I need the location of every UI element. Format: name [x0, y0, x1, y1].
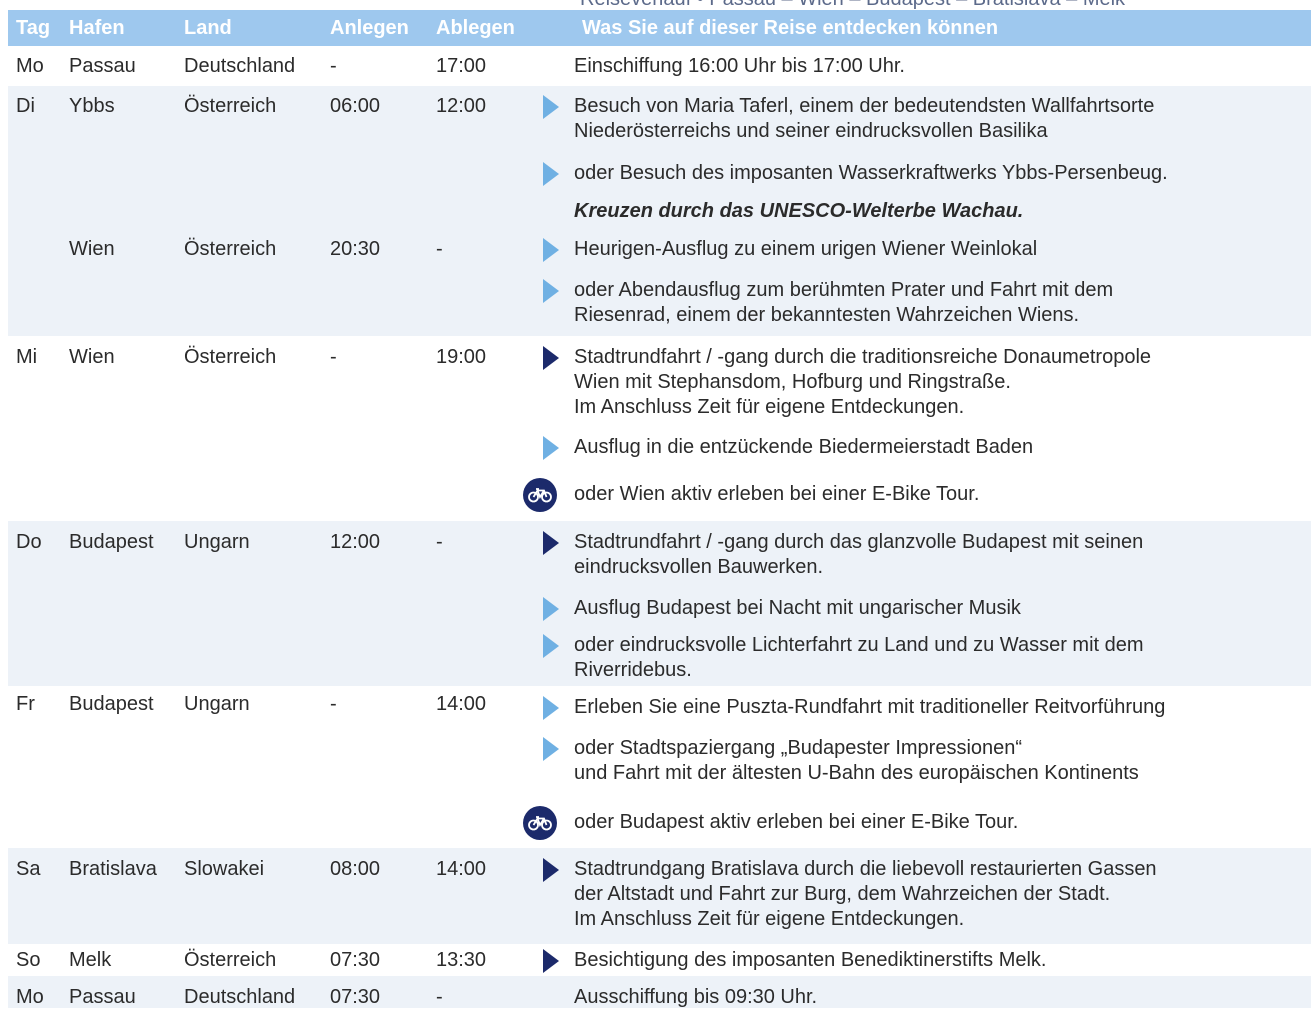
cell-ablegen: -: [436, 238, 443, 260]
arrow-dark-icon: [542, 858, 560, 882]
table-header: Tag Hafen Land Anlegen Ablegen Was Sie a…: [8, 10, 1311, 46]
cell-ablegen: 17:00: [436, 55, 487, 77]
arrow-light-icon: [542, 436, 560, 460]
cell-anlegen: 12:00: [330, 531, 381, 553]
arrow-light-icon: [542, 696, 560, 720]
e-bike-icon: [523, 478, 557, 512]
cell-land: Österreich: [184, 95, 277, 117]
activity-text: Stadtrundgang Bratislava durch die liebe…: [574, 858, 1157, 930]
header-ablegen: Ablegen: [436, 17, 515, 39]
cell-land: Ungarn: [184, 693, 250, 715]
cell-anlegen: 07:30: [330, 986, 381, 1008]
header-land: Land: [184, 17, 232, 39]
activity-text: oder eindrucksvolle Lichterfahrt zu Land…: [574, 634, 1144, 681]
cell-hafen: Ybbs: [69, 95, 115, 117]
cell-tag: So: [16, 949, 41, 971]
cell-land: Deutschland: [184, 55, 296, 77]
activity-text: Stadtrundfahrt / -gang durch das glanzvo…: [574, 531, 1144, 578]
cell-hafen: Budapest: [69, 531, 154, 553]
cell-ablegen: 14:00: [436, 858, 487, 880]
cell-tag: Fr: [16, 693, 35, 715]
cell-anlegen: -: [330, 693, 337, 715]
cell-land: Österreich: [184, 346, 277, 368]
activity-text: oder Besuch des imposanten Wasserkraftwe…: [574, 162, 1168, 184]
activity-text: Stadtrundfahrt / -gang durch die traditi…: [574, 346, 1152, 418]
cell-land: Österreich: [184, 238, 277, 260]
activity-text: Heurigen-Ausflug zu einem urigen Wiener …: [574, 238, 1038, 260]
top-heading-text: Reiseverlauf • Passau – Wien – Budapest …: [580, 0, 1125, 10]
activity-text: Erleben Sie eine Puszta-Rundfahrt mit tr…: [574, 696, 1166, 718]
cell-hafen: Passau: [69, 986, 136, 1008]
cell-ablegen: 14:00: [436, 693, 487, 715]
cell-ablegen: 12:00: [436, 95, 487, 117]
activity-text: oder Abendausflug zum berühmten Prater u…: [574, 279, 1114, 326]
activity-text: Einschiffung 16:00 Uhr bis 17:00 Uhr.: [574, 55, 905, 77]
cell-land: Österreich: [184, 949, 277, 971]
arrow-light-icon: [542, 95, 560, 119]
cropped-top-heading: Reiseverlauf • Passau – Wien – Budapest …: [0, 0, 1311, 10]
cell-hafen: Bratislava: [69, 858, 157, 880]
e-bike-icon: [523, 806, 557, 840]
header-hafen: Hafen: [69, 17, 125, 39]
cell-anlegen: 07:30: [330, 949, 381, 971]
cell-ablegen: 19:00: [436, 346, 487, 368]
cell-hafen: Budapest: [69, 693, 154, 715]
activity-text: oder Budapest aktiv erleben bei einer E-…: [574, 811, 1019, 833]
arrow-light-icon: [542, 634, 560, 658]
cell-anlegen: 08:00: [330, 858, 381, 880]
arrow-light-icon: [542, 597, 560, 621]
activity-text: Besichtigung des imposanten Benediktiner…: [574, 949, 1047, 971]
arrow-dark-icon: [542, 949, 560, 973]
cell-tag: Mi: [16, 346, 38, 368]
activity-text: oder Stadtspaziergang „Budapester Impres…: [574, 737, 1139, 784]
activity-text: Kreuzen durch das UNESCO-Welterbe Wachau…: [574, 200, 1024, 222]
cell-tag: Do: [16, 531, 42, 553]
cell-tag: Mo: [16, 55, 44, 77]
activity-text: Ausflug in die entzückende Biedermeierst…: [574, 436, 1034, 458]
arrow-light-icon: [542, 737, 560, 761]
cell-hafen: Passau: [69, 55, 136, 77]
activity-text: Ausflug Budapest bei Nacht mit ungarisch…: [574, 597, 1021, 619]
activity-text: Ausschiffung bis 09:30 Uhr.: [574, 986, 818, 1008]
header-anlegen: Anlegen: [330, 17, 409, 39]
cell-anlegen: -: [330, 346, 337, 368]
activity-text: oder Wien aktiv erleben bei einer E-Bike…: [574, 483, 980, 505]
cell-ablegen: 13:30: [436, 949, 487, 971]
cell-land: Ungarn: [184, 531, 250, 553]
cell-tag: Mo: [16, 986, 44, 1008]
arrow-dark-icon: [542, 531, 560, 555]
cell-hafen: Wien: [69, 238, 115, 260]
cell-ablegen: -: [436, 531, 443, 553]
cell-hafen: Melk: [69, 949, 112, 971]
cell-land: Slowakei: [184, 858, 265, 880]
cell-land: Deutschland: [184, 986, 296, 1008]
arrow-light-icon: [542, 162, 560, 186]
header-tag: Tag: [16, 17, 51, 39]
header-entdecken: Was Sie auf dieser Reise entdecken könne…: [582, 17, 999, 39]
cell-tag: Sa: [16, 858, 41, 880]
cell-tag: Di: [16, 95, 35, 117]
activity-text: Besuch von Maria Taferl, einem der bedeu…: [574, 95, 1155, 142]
cell-hafen: Wien: [69, 346, 115, 368]
cell-anlegen: 06:00: [330, 95, 381, 117]
cell-anlegen: -: [330, 55, 337, 77]
cell-ablegen: -: [436, 986, 443, 1008]
arrow-dark-icon: [542, 346, 560, 370]
arrow-light-icon: [542, 238, 560, 262]
arrow-light-icon: [542, 279, 560, 303]
cell-anlegen: 20:30: [330, 238, 381, 260]
